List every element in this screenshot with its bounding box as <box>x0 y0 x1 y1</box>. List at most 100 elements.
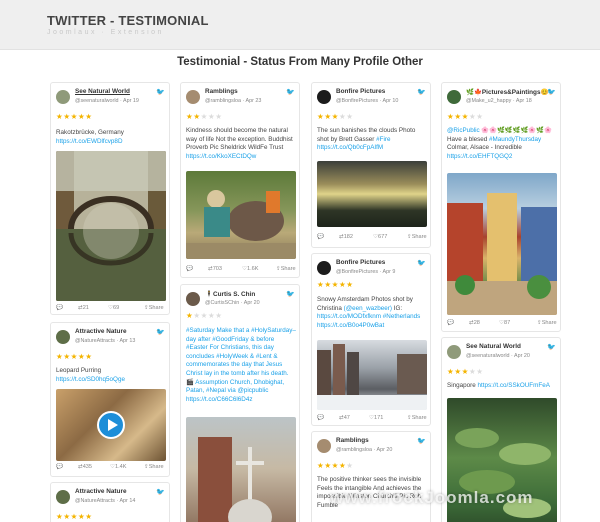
avatar[interactable] <box>56 330 70 344</box>
tweet-card[interactable]: 🕴Curtis S. Chin @CurtisSChin · Apr 20 🐦 … <box>180 284 300 522</box>
star-rating: ★★★★★ <box>186 112 223 121</box>
play-icon[interactable] <box>97 411 125 439</box>
user-name[interactable]: Attractive Nature <box>75 328 127 335</box>
twitter-bird-icon: 🐦 <box>417 89 426 96</box>
tweet-card[interactable]: Bonfire Pictures @BonfirePictures · Apr … <box>311 82 431 248</box>
user-handle: @NatureAttracts · Apr 14 <box>75 498 136 504</box>
tweet-card[interactable]: Attractive Nature @NatureAttracts · Apr … <box>50 482 170 522</box>
user-name[interactable]: 🕴Curtis S. Chin <box>205 290 255 298</box>
retweet-count[interactable]: ⇄ 703 <box>208 266 222 272</box>
like-count[interactable]: ♡ 1.6K <box>242 266 259 272</box>
reply-icon[interactable]: 💬 <box>447 320 454 326</box>
tweet-text: Singapore https://t.co/SSkOUFmFeA <box>447 382 550 389</box>
snow-canal-illustration <box>317 344 427 410</box>
user-name[interactable]: 🌿🍁Pictures&Paintings😊 <box>466 88 548 96</box>
user-name[interactable]: Bonfire Pictures <box>336 259 385 266</box>
tweet-image-bridge[interactable] <box>56 151 166 301</box>
tweet-link[interactable]: https://t.co/Qb0cFpAIfM <box>317 144 383 151</box>
avatar[interactable] <box>56 490 70 504</box>
avatar[interactable] <box>186 292 200 306</box>
like-count[interactable]: ♡ 677 <box>373 234 387 240</box>
tweet-text: Rakotzbrücke, Germany https://t.co/EWDlf… <box>56 129 124 145</box>
retweet-count[interactable]: ⇄ 182 <box>339 234 353 240</box>
tweet-text: Snowy Amsterdam Photos shot by Christina… <box>317 296 421 329</box>
tweet-link[interactable]: https://t.co/EHFTQGQ2 <box>447 153 512 160</box>
avatar[interactable] <box>317 261 331 275</box>
share-button[interactable]: ⇪ Share <box>276 266 296 272</box>
tweet-image-clouds[interactable] <box>317 161 427 227</box>
tweet-image-colmar[interactable] <box>447 173 557 315</box>
reply-icon[interactable]: 💬 <box>317 234 324 240</box>
tweet-link[interactable]: https://t.co/EWDlfcvp8D <box>56 138 123 145</box>
tweet-link[interactable]: https://t.co/SD0hq5oQge <box>56 376 125 383</box>
user-name[interactable]: Bonfire Pictures <box>336 88 385 95</box>
avatar[interactable] <box>317 90 331 104</box>
reply-icon[interactable]: 💬 <box>56 464 63 470</box>
avatar[interactable] <box>186 90 200 104</box>
elephant-illustration <box>186 190 296 259</box>
tweet-actions: 💬 ⇄ 703 ♡ 1.6K ⇪ Share <box>186 266 296 274</box>
retweet-count[interactable]: ⇄ 28 <box>469 320 480 326</box>
tweet-card[interactable]: Attractive Nature @NatureAttracts · Apr … <box>50 322 170 477</box>
share-button[interactable]: ⇪ Share <box>144 305 164 311</box>
tweet-card[interactable]: See Natural World @seenaturalworld · Apr… <box>50 82 170 315</box>
star-rating: ★★★★★ <box>447 367 484 376</box>
reply-icon[interactable]: 💬 <box>56 305 63 311</box>
tweet-link[interactable]: https://t.co/KkoXECtDQw <box>186 153 256 160</box>
retweet-count[interactable]: ⇄ 435 <box>78 464 92 470</box>
user-name[interactable]: See Natural World <box>75 88 130 95</box>
tweet-card[interactable]: Ramblings @ramblingsloa · Apr 20 🐦 ★★★★★… <box>311 431 431 522</box>
retweet-count[interactable]: ⇄ 21 <box>78 305 89 311</box>
user-name[interactable]: Ramblings <box>205 88 238 95</box>
tweet-text: Kindness should become the natural way o… <box>186 127 293 160</box>
star-rating: ★★★★★ <box>56 352 93 361</box>
tweet-header: See Natural World @seenaturalworld · Apr… <box>56 88 165 110</box>
twitter-bird-icon: 🐦 <box>286 89 295 96</box>
reply-icon[interactable]: 💬 <box>186 266 193 272</box>
avatar[interactable] <box>447 345 461 359</box>
tweet-header: Attractive Nature @NatureAttracts · Apr … <box>56 488 165 510</box>
share-button[interactable]: ⇪ Share <box>537 320 557 326</box>
user-name[interactable]: Attractive Nature <box>75 488 127 495</box>
tweet-header: 🌿🍁Pictures&Paintings😊 @Make_u2_happy · A… <box>447 88 556 110</box>
tweet-actions: 💬 ⇄ 435 ♡ 1.4K ⇪ Share <box>56 464 164 472</box>
avatar[interactable] <box>56 90 70 104</box>
share-button[interactable]: ⇪ Share <box>407 234 427 240</box>
tweet-image-church[interactable] <box>186 417 296 522</box>
user-handle: @Make_u2_happy · Apr 18 <box>466 98 532 104</box>
tweet-header: 🕴Curtis S. Chin @CurtisSChin · Apr 20 🐦 <box>186 290 295 312</box>
tweet-link[interactable]: https://t.co/MODfxfknm #Netherlands http… <box>317 313 420 329</box>
avatar[interactable] <box>447 90 461 104</box>
user-handle: @ramblingsloa · Apr 23 <box>205 98 262 104</box>
tweet-card[interactable]: 🌿🍁Pictures&Paintings😊 @Make_u2_happy · A… <box>441 82 561 332</box>
twitter-bird-icon: 🐦 <box>547 89 556 96</box>
share-button[interactable]: ⇪ Share <box>407 415 427 421</box>
watermark: www.frockJoomla.com <box>330 488 534 507</box>
tweet-link[interactable]: https://t.co/C66C6l6D4z <box>186 396 253 403</box>
tweet-header: Ramblings @ramblingsloa · Apr 23 🐦 <box>186 88 295 110</box>
share-button[interactable]: ⇪ Share <box>144 464 164 470</box>
tweet-link[interactable]: https://t.co/SSkOUFmFeA <box>477 382 549 389</box>
star-rating: ★★★★★ <box>56 512 93 521</box>
twitter-bird-icon: 🐦 <box>417 260 426 267</box>
tweet-image-elephant[interactable] <box>186 171 296 259</box>
user-name[interactable]: Ramblings <box>336 437 369 444</box>
reply-icon[interactable]: 💬 <box>317 415 324 421</box>
like-count[interactable]: ♡ 87 <box>499 320 510 326</box>
tweet-card[interactable]: Bonfire Pictures @BonfirePictures · Apr … <box>311 253 431 426</box>
user-handle: @NatureAttracts · Apr 13 <box>75 338 136 344</box>
twitter-bird-icon: 🐦 <box>156 329 165 336</box>
tweet-card[interactable]: Ramblings @ramblingsloa · Apr 23 🐦 ★★★★★… <box>180 82 300 278</box>
star-rating: ★★★★★ <box>186 311 223 320</box>
user-name[interactable]: See Natural World <box>466 343 521 350</box>
star-rating: ★★★★★ <box>317 461 354 470</box>
tweet-image-amsterdam[interactable] <box>317 340 427 410</box>
like-count[interactable]: ♡ 171 <box>369 415 383 421</box>
tweet-video-leopard[interactable] <box>56 389 166 461</box>
app-subtitle: Joomlaux · Extension <box>47 29 164 36</box>
retweet-count[interactable]: ⇄ 47 <box>339 415 350 421</box>
avatar[interactable] <box>317 439 331 453</box>
twitter-bird-icon: 🐦 <box>156 489 165 496</box>
like-count[interactable]: ♡ 1.4K <box>110 464 127 470</box>
like-count[interactable]: ♡ 69 <box>108 305 119 311</box>
